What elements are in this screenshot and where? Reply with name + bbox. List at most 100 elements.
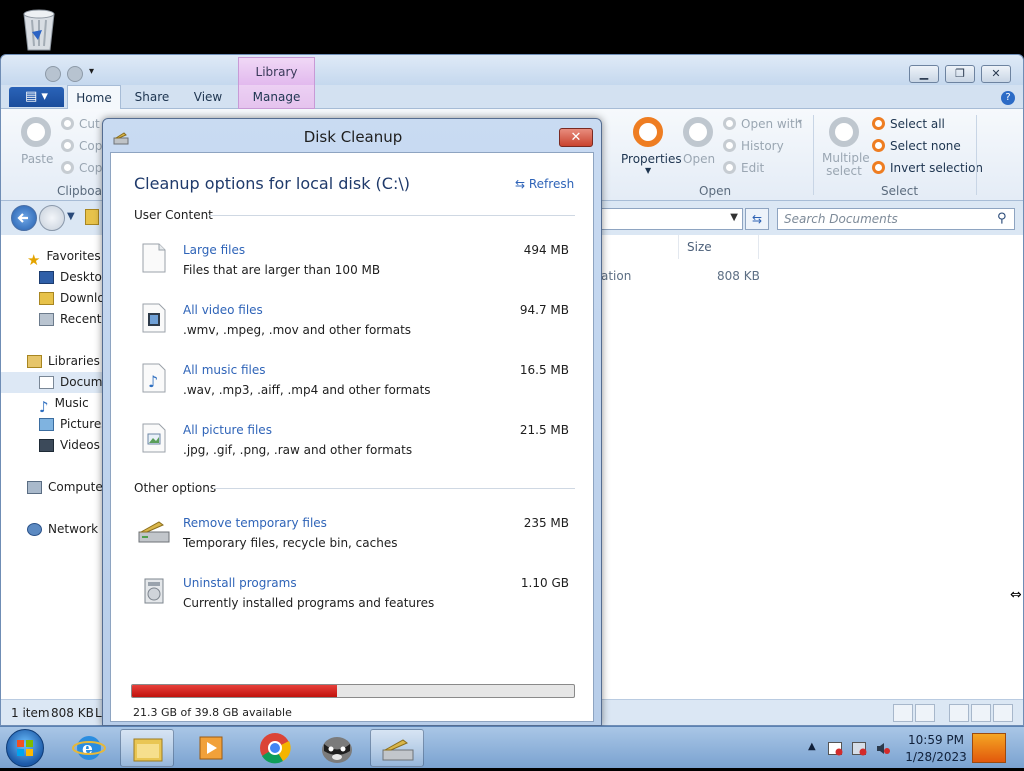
disk-cleanup-dialog: Disk Cleanup ✕ Cleanup options for local…: [102, 118, 602, 726]
nav-item-desktop[interactable]: Desktop: [1, 267, 103, 288]
nav-item-recent-places[interactable]: Recent Places: [1, 309, 103, 330]
refresh-icon[interactable]: ⇆: [745, 208, 769, 230]
item-description: Currently installed programs and feature…: [183, 596, 435, 610]
nav-item-label: Libraries: [48, 354, 100, 368]
recent-locations-dropdown-icon[interactable]: ▼: [67, 211, 75, 222]
list-item[interactable]: Remove temporary files Temporary files, …: [111, 512, 595, 560]
edit-icon: [723, 161, 736, 174]
internet-explorer-icon[interactable]: e: [62, 729, 116, 767]
select-none-button[interactable]: Select none: [890, 139, 961, 153]
nav-item-videos[interactable]: Videos: [1, 435, 103, 456]
properties-button[interactable]: Properties: [621, 152, 682, 166]
action-center-flag-icon[interactable]: [828, 742, 843, 756]
show-desktop-button[interactable]: [972, 733, 1006, 763]
column-header-type[interactable]: [601, 235, 679, 259]
large-icons-view-button[interactable]: [915, 704, 935, 722]
navigation-pane-button[interactable]: [993, 704, 1013, 722]
dialog-close-button[interactable]: ✕: [559, 128, 593, 147]
select-all-button[interactable]: Select all: [890, 117, 945, 131]
nav-item-downloads[interactable]: Downloads: [1, 288, 103, 309]
list-item[interactable]: Uninstall programs Currently installed p…: [111, 572, 595, 620]
item-title[interactable]: All video files: [183, 303, 263, 317]
section-divider: [209, 215, 575, 216]
details-pane-button[interactable]: [971, 704, 991, 722]
list-item[interactable]: ♪ All music files .wav, .mp3, .aiff, .mp…: [111, 359, 595, 407]
properties-icon[interactable]: [45, 66, 61, 82]
item-title[interactable]: All music files: [183, 363, 266, 377]
file-menu-button[interactable]: ▤ ▾: [9, 87, 64, 107]
back-button[interactable]: [11, 205, 37, 231]
cut-button[interactable]: Cut: [79, 117, 100, 131]
address-bar[interactable]: ▼: [601, 208, 743, 230]
tab-home[interactable]: Home: [67, 85, 121, 110]
column-header-size[interactable]: Size: [681, 235, 759, 259]
item-title[interactable]: All picture files: [183, 423, 272, 437]
item-title[interactable]: Large files: [183, 243, 245, 257]
open-with-dropdown-icon[interactable]: ▾: [798, 117, 802, 126]
item-title[interactable]: Uninstall programs: [183, 576, 297, 590]
nav-item-documents[interactable]: Documents: [1, 372, 103, 393]
recycle-bin-icon[interactable]: [18, 6, 60, 52]
nav-item-favorites[interactable]: ★ Favorites: [1, 246, 103, 267]
maximize-button[interactable]: ❐: [945, 65, 975, 83]
clock-time[interactable]: 10:59 PM: [904, 733, 968, 747]
network-status-icon[interactable]: [852, 742, 867, 756]
file-list: Size ation 808 KB: [601, 235, 1023, 699]
disk-cleanup-icon[interactable]: [370, 729, 424, 767]
forward-button[interactable]: [39, 205, 65, 231]
nav-item-pictures[interactable]: Pictures: [1, 414, 103, 435]
address-dropdown-icon[interactable]: ▼: [730, 212, 738, 223]
list-item[interactable]: All video files .wmv, .mpeg, .mov and ot…: [111, 299, 595, 347]
nav-item-label: Documents: [60, 375, 103, 389]
nav-item-music[interactable]: ♪ Music: [1, 393, 103, 414]
select-group-label: Select: [881, 184, 919, 198]
table-row[interactable]: ation 808 KB: [601, 266, 841, 287]
tab-view[interactable]: View: [183, 85, 233, 109]
nav-item-network[interactable]: Network: [1, 519, 103, 540]
nav-item-label: Videos: [60, 438, 100, 452]
nav-item-label: Desktop: [60, 270, 103, 284]
paste-button[interactable]: Paste: [21, 152, 53, 166]
list-item[interactable]: Large files Files that are larger than 1…: [111, 239, 595, 287]
raccoon-app-icon[interactable]: [310, 729, 364, 767]
clock-date[interactable]: 1/28/2023: [904, 750, 968, 764]
invert-selection-button[interactable]: Invert selection: [890, 161, 983, 175]
start-button[interactable]: [6, 729, 44, 767]
chrome-icon[interactable]: [248, 729, 302, 767]
row-size: 808 KB: [717, 269, 760, 283]
open-with-icon: [723, 117, 736, 130]
refresh-link[interactable]: ⇆ Refresh: [515, 177, 574, 191]
tab-manage[interactable]: Manage: [238, 85, 315, 109]
search-icon[interactable]: ⚲: [997, 211, 1007, 226]
section-divider: [213, 488, 575, 489]
preview-pane-button[interactable]: [949, 704, 969, 722]
list-item[interactable]: All picture files .jpg, .gif, .png, .raw…: [111, 419, 595, 467]
minimize-button[interactable]: ▁: [909, 65, 939, 83]
dialog-body: Cleanup options for local disk (C:\) ⇆ R…: [110, 152, 594, 722]
nav-item-computer[interactable]: Computer: [1, 477, 103, 498]
details-view-button[interactable]: [893, 704, 913, 722]
item-title[interactable]: Remove temporary files: [183, 516, 327, 530]
properties-dropdown-icon[interactable]: ▼: [645, 166, 651, 175]
file-explorer-icon[interactable]: [120, 729, 174, 767]
new-folder-icon[interactable]: [67, 66, 83, 82]
edit-button[interactable]: Edit: [741, 161, 764, 175]
history-button[interactable]: History: [741, 139, 784, 153]
status-item-count: 1 item: [11, 706, 50, 720]
status-size: 808 KB: [51, 706, 94, 720]
nav-item-libraries[interactable]: Libraries: [1, 351, 103, 372]
invert-selection-icon: [872, 161, 885, 174]
search-input[interactable]: Search Documents: [777, 208, 1015, 230]
media-player-icon[interactable]: [184, 729, 238, 767]
help-icon[interactable]: ?: [1001, 91, 1015, 105]
show-hidden-icons-button[interactable]: ▲: [808, 741, 816, 752]
customize-qat-icon[interactable]: ▾: [89, 66, 94, 77]
tab-share[interactable]: Share: [127, 85, 177, 109]
volume-muted-icon[interactable]: [876, 742, 890, 755]
up-folder-icon[interactable]: [85, 209, 99, 225]
item-size: 21.5 MB: [519, 423, 569, 437]
close-button[interactable]: ✕: [981, 65, 1011, 83]
open-button[interactable]: Open: [683, 152, 715, 166]
open-with-button[interactable]: Open with: [741, 117, 802, 131]
multiple-select-button[interactable]: Multiple select: [822, 152, 870, 178]
